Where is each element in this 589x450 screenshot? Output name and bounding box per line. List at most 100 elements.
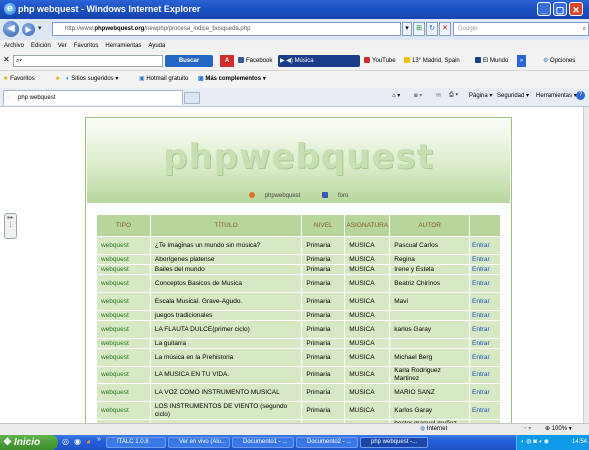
cell-tipo[interactable]: webquest	[96, 401, 151, 420]
new-tab-button[interactable]	[184, 92, 200, 104]
history-dropdown-icon[interactable]: ▾	[38, 24, 42, 32]
security-menu[interactable]: Seguridad ▾	[497, 92, 529, 99]
hotmail-link[interactable]: ▣ Hotmail gratuito	[139, 75, 188, 82]
table-row: webquest La música en la Prehistoria Prima…	[96, 348, 501, 367]
cell-nivel: Primaria	[301, 292, 346, 311]
protected-mode-icon[interactable]: ◔ ▾	[523, 425, 531, 432]
cell-tipo[interactable]: webquest	[96, 338, 151, 349]
cell-titulo: La guitarra	[149, 338, 303, 349]
entrar-link[interactable]: Entrar	[469, 236, 501, 255]
url-field[interactable]: http://www.phpwebquest.org/newphp/proces…	[52, 22, 401, 36]
home-icon[interactable]: ⌂ ▾	[392, 92, 400, 99]
forward-button[interactable]: ▶	[22, 23, 35, 36]
refresh-icon[interactable]: ↻	[426, 22, 438, 36]
quick-launch-firefox-icon[interactable]: ◕	[86, 437, 91, 446]
task-ver-en-vivo[interactable]: Ver en vivo (Alu...	[168, 437, 230, 448]
entrar-link[interactable]: Entrar	[469, 401, 501, 420]
address-dropdown-icon[interactable]: ▾	[402, 22, 412, 36]
menu-ayuda[interactable]: Ayuda	[148, 43, 165, 49]
system-tray: ◐ ◍ ◙ ◕ ◉ 14:54	[516, 435, 589, 450]
close-toolbar-icon[interactable]: ✕	[3, 55, 10, 64]
cell-autor: Karla Rodriguez Martinez	[389, 366, 471, 384]
cell-tipo[interactable]: webquest	[96, 264, 151, 275]
minimize-button[interactable]: _	[537, 2, 551, 16]
news-button[interactable]: El Mundo	[475, 55, 508, 67]
help-icon[interactable]: ?	[576, 91, 585, 100]
facebook-button[interactable]: Facebook	[238, 55, 272, 67]
side-panel-toggle[interactable]: ▸▸ ⋮	[4, 213, 17, 239]
entrar-link[interactable]: Entrar	[469, 292, 501, 311]
tab-php-webquest[interactable]: ◌ php webquest	[3, 90, 183, 105]
mail-icon[interactable]: ✉	[436, 92, 441, 99]
favorites-button[interactable]: ★ Favoritos	[3, 75, 35, 82]
quick-launch-ie-icon[interactable]: ◎	[62, 437, 69, 446]
cell-nivel: Primaria	[301, 383, 346, 402]
url-path: /newphp/procesa_indice_busqueda.php	[144, 26, 251, 32]
suggested-sites-link[interactable]: ◐ Sitios sugeridos ▾	[66, 75, 118, 82]
cell-tipo[interactable]: webquest	[96, 254, 151, 265]
zoom-control[interactable]: ⊕ 100% ▾	[545, 425, 572, 432]
music-player[interactable]: ▶ ◀) Música	[278, 55, 360, 67]
table-row: webquest juegos tradicionales Primaria MUSI…	[96, 310, 501, 321]
phpwebquest-link-label: phpwebquest	[264, 192, 301, 199]
quick-launch-chrome-icon[interactable]: ◉	[74, 437, 81, 446]
feeds-icon[interactable]: ◙ ▾	[414, 92, 422, 99]
menu-ver[interactable]: Ver	[58, 43, 67, 49]
compatibility-icon[interactable]: ⊞	[413, 22, 425, 36]
favorites-label: Favoritos	[10, 76, 35, 82]
tools-menu[interactable]: Herramientas ▾	[536, 92, 577, 99]
page-menu-label: Página	[469, 93, 488, 99]
menu-favoritos[interactable]: Favoritos	[74, 43, 99, 49]
maximize-button[interactable]: ▢	[553, 2, 567, 16]
buscar-button[interactable]: Buscar	[165, 55, 213, 67]
task-documento2[interactable]: Documento2 - ...	[296, 437, 358, 448]
entrar-link[interactable]: Entrar	[469, 383, 501, 402]
menu-herramientas[interactable]: Herramientas	[105, 43, 141, 49]
more-addons-label: Más complementos	[205, 76, 262, 82]
more-chevron-icon[interactable]: »	[517, 55, 526, 67]
entrar-link[interactable]: Entrar	[469, 310, 501, 321]
task-php-webquest[interactable]: php webquest -...	[360, 437, 428, 448]
add-favorite-icon[interactable]: ★	[55, 75, 60, 82]
cell-tipo[interactable]: webquest	[96, 320, 151, 339]
cell-tipo[interactable]: webquest	[96, 383, 151, 402]
quick-launch-more-icon[interactable]: »	[97, 436, 101, 443]
entrar-link[interactable]: Entrar	[469, 264, 501, 275]
cell-tipo[interactable]: webquest	[96, 274, 151, 293]
close-button[interactable]: ✕	[569, 2, 583, 16]
phpwebquest-link[interactable]: phpwebquest	[244, 192, 306, 199]
toolbar-search-input[interactable]: ⌕▾	[13, 55, 163, 67]
cell-tipo[interactable]: webquest	[96, 292, 151, 311]
options-button[interactable]: ⚙ Opciones	[543, 55, 575, 67]
search-input[interactable]: Google ⌕	[453, 22, 589, 36]
cell-tipo[interactable]: webquest	[96, 236, 151, 255]
task-documento1[interactable]: Documento1 - ...	[232, 437, 294, 448]
entrar-link[interactable]: Entrar	[469, 254, 501, 265]
task-italc[interactable]: ITALC 1.0.8	[106, 437, 166, 448]
vertical-scrollbar[interactable]	[583, 107, 589, 423]
entrar-link[interactable]: Entrar	[469, 348, 501, 367]
weather-button[interactable]: 13° Madrid, Spain	[404, 55, 460, 67]
entrar-link[interactable]: Entrar	[469, 366, 501, 384]
menu-archivo[interactable]: Archivo	[4, 43, 24, 49]
youtube-button[interactable]: YouTube	[364, 55, 396, 67]
entrar-link[interactable]: Entrar	[469, 338, 501, 349]
start-button[interactable]: ❖ Inicio	[0, 435, 58, 450]
cell-tipo[interactable]: webquest	[96, 310, 151, 321]
cell-titulo: Conceptos Basicos de Musica	[149, 274, 303, 293]
entrar-link[interactable]: Entrar	[469, 320, 501, 339]
print-icon[interactable]: ⎙ ▾	[449, 92, 458, 99]
entrar-link[interactable]: Entrar	[469, 274, 501, 293]
foro-link[interactable]: foro	[317, 192, 353, 199]
menu-edicion[interactable]: Edición	[31, 43, 51, 49]
page-menu[interactable]: Página ▾	[469, 92, 492, 99]
more-addons-link[interactable]: ▣ Más complementos ▾	[198, 75, 266, 82]
addon-icon[interactable]: A	[220, 55, 234, 67]
back-button[interactable]: ◀	[3, 21, 19, 37]
cell-tipo[interactable]: webquest	[96, 366, 151, 384]
tray-icons[interactable]: ◐ ◍ ◙ ◕ ◉	[521, 435, 549, 450]
cell-tipo[interactable]: webquest	[96, 348, 151, 367]
stop-icon[interactable]: ✕	[439, 22, 451, 36]
search-icon[interactable]: ⌕	[583, 23, 586, 35]
suggested-label: Sitios sugeridos	[71, 76, 114, 82]
